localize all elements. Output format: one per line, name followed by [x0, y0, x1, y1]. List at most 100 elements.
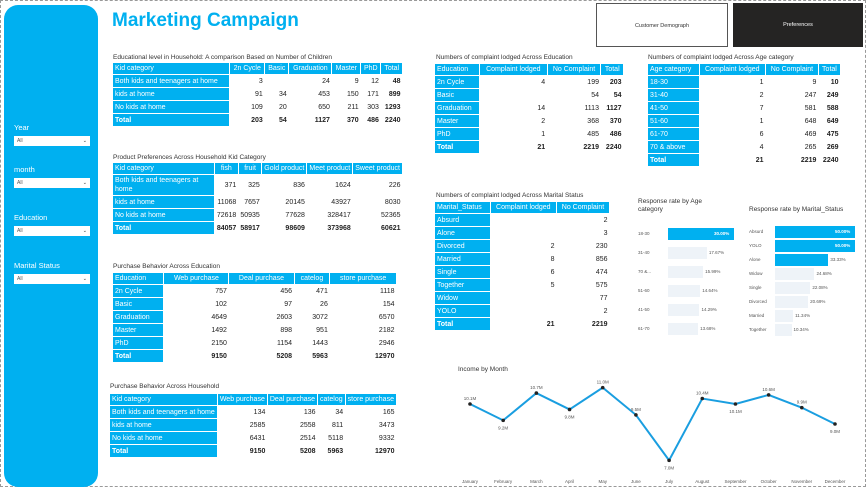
marital-status-dropdown[interactable]: All ⌄: [14, 274, 90, 284]
table-cell: 26: [320, 300, 328, 308]
column-header[interactable]: Meet product: [306, 162, 354, 175]
column-header[interactable]: No Complaint: [556, 201, 610, 214]
bar[interactable]: [668, 247, 707, 259]
data-label: 10.7M: [530, 385, 543, 390]
table-cell: 2240: [384, 116, 401, 124]
column-header[interactable]: Total: [380, 62, 403, 75]
data-point[interactable]: [800, 405, 804, 410]
bar[interactable]: [775, 310, 794, 322]
month-dropdown[interactable]: All ⌄: [14, 178, 90, 188]
table-cell: 2: [603, 307, 608, 315]
column-header[interactable]: fruit: [237, 162, 263, 175]
column-header[interactable]: Complaint lodged: [698, 63, 766, 76]
x-tick-label: October: [761, 479, 778, 484]
table-cell: 5208: [276, 352, 293, 360]
column-header[interactable]: 2n Cycle: [229, 62, 266, 75]
bar[interactable]: [775, 254, 829, 266]
column-header[interactable]: Age category: [647, 63, 700, 76]
column-header[interactable]: Complaint lodged: [479, 63, 548, 76]
table-total-row: Total 21 2219 2240: [433, 140, 624, 154]
bar[interactable]: [668, 285, 701, 297]
column-header[interactable]: Complaint lodged: [489, 201, 558, 214]
column-header[interactable]: store purchase: [329, 272, 397, 285]
column-header[interactable]: Kid category: [109, 393, 218, 406]
preferences-button[interactable]: Preferences: [733, 3, 863, 47]
table-row: 18-30 1 9 10: [647, 75, 841, 89]
data-point[interactable]: [534, 391, 539, 395]
column-header[interactable]: Deal purchase: [228, 272, 295, 285]
column-header[interactable]: Kid category: [112, 162, 215, 175]
table-cell: 575: [595, 281, 608, 289]
bar-row: Married 11.34%: [749, 310, 868, 322]
data-point[interactable]: [468, 402, 472, 406]
table-cell: 1118: [379, 287, 395, 295]
table-cell: 1127: [314, 116, 330, 124]
column-header[interactable]: Total: [817, 63, 842, 76]
column-header[interactable]: Kid category: [111, 62, 231, 75]
column-header[interactable]: store purchase: [344, 393, 398, 406]
table-cell: 486: [609, 130, 622, 138]
table-row: kids at home 11068 7657 20145 43927 8030: [112, 195, 403, 209]
row-label-cell: 18-30: [647, 75, 700, 89]
table-cell: 54: [279, 116, 287, 124]
bar[interactable]: [668, 266, 704, 278]
column-header[interactable]: Total: [600, 63, 624, 76]
column-header[interactable]: Marital_Status: [434, 201, 491, 214]
data-label: 10.1M: [729, 409, 742, 414]
column-header[interactable]: PhD: [360, 62, 382, 75]
table-cell: 9332: [378, 434, 395, 442]
table-cell: 474: [595, 268, 608, 276]
data-point[interactable]: [766, 393, 771, 397]
column-header[interactable]: No Complaint: [546, 63, 602, 76]
bar[interactable]: [668, 323, 699, 335]
column-header[interactable]: catelog: [293, 272, 331, 285]
column-header[interactable]: catelog: [317, 393, 346, 406]
column-header[interactable]: Sweet product: [352, 162, 403, 175]
customer-demograph-button[interactable]: Customer Demograph: [596, 3, 728, 47]
data-point[interactable]: [700, 396, 705, 401]
table-cell: 898: [280, 326, 293, 334]
complaint-edu-table: Education Complaint lodged No Complaint Tot…: [433, 63, 624, 154]
column-header[interactable]: Deal purchase: [266, 393, 319, 406]
column-header[interactable]: Basic: [264, 62, 290, 75]
bar[interactable]: [668, 304, 700, 316]
column-header[interactable]: Web purchase: [216, 393, 268, 406]
data-point[interactable]: [600, 385, 605, 390]
education-dropdown[interactable]: All ⌄: [14, 226, 90, 236]
bar-row: Widow 24.68%: [749, 268, 868, 280]
column-header[interactable]: Education: [433, 63, 481, 76]
year-dropdown[interactable]: All ⌄: [14, 136, 90, 146]
bar[interactable]: [775, 324, 792, 336]
column-header[interactable]: No Complaint: [764, 63, 819, 76]
table-cell: 2: [759, 91, 764, 99]
row-label-cell: No kids at home: [111, 100, 231, 114]
bar-row: 51-60 14.64%: [638, 285, 754, 297]
table-cell: 3: [258, 77, 263, 85]
bar[interactable]: [775, 268, 815, 280]
education-dropdown-value: All: [17, 228, 23, 234]
data-point[interactable]: [833, 422, 837, 426]
column-header[interactable]: Education: [111, 272, 165, 285]
purchase-edu-table: Education Web purchase Deal purchase catelo…: [111, 272, 397, 363]
data-point[interactable]: [733, 402, 738, 406]
bar-row: 61-70 13.68%: [638, 323, 754, 335]
bar[interactable]: [775, 282, 811, 294]
column-header[interactable]: Gold product: [261, 162, 308, 175]
bar-category-label: 18-30: [638, 231, 650, 236]
data-point[interactable]: [667, 458, 671, 463]
data-point[interactable]: [501, 418, 505, 423]
complaint-edu-caption: Numbers of complaint lodged Across Educa…: [436, 54, 573, 61]
bar[interactable]: [775, 296, 809, 308]
bar-row: Divorced 20.69%: [749, 296, 868, 308]
column-header[interactable]: Graduation: [288, 62, 333, 75]
column-header[interactable]: Master: [331, 62, 362, 75]
data-point[interactable]: [567, 407, 572, 412]
column-header[interactable]: fish: [213, 162, 239, 175]
row-label-cell: Total: [433, 140, 481, 154]
column-header[interactable]: Web purchase: [163, 272, 230, 285]
table-cell: 2219: [583, 143, 599, 151]
edu-children-caption: Educational level in Household: A compar…: [113, 54, 332, 61]
purchase-household-table: Kid category Web purchase Deal purchase cat…: [109, 393, 398, 458]
data-point[interactable]: [634, 413, 638, 417]
bar-category-label: Together: [749, 327, 767, 332]
